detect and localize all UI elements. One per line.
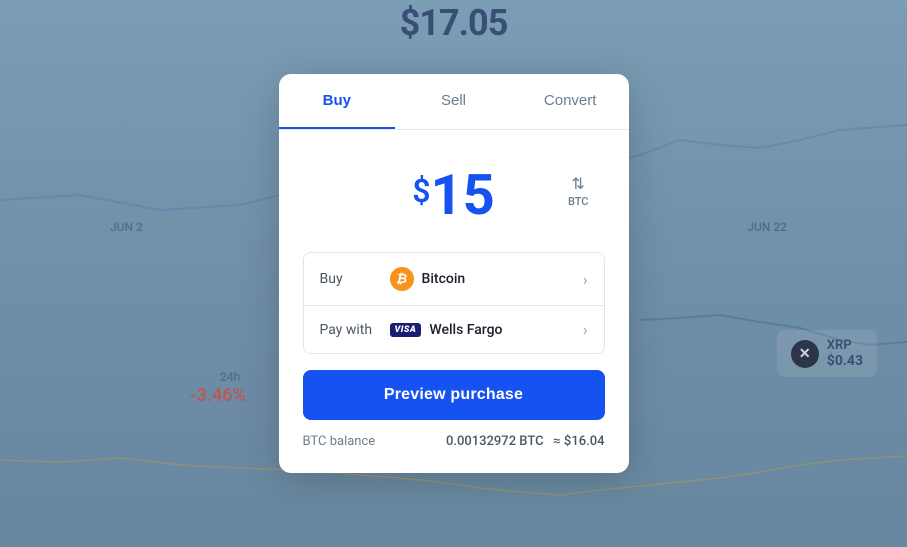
currency-toggle-button[interactable]: ⇅ BTC [568,174,589,208]
chevron-right-icon: › [583,270,588,289]
trade-modal: Buy Sell Convert $ 15 ⇅ BTC Buy ₿ Bitcoi… [279,74,629,473]
pay-with-row[interactable]: Pay with VISA Wells Fargo › [304,306,604,353]
tab-convert[interactable]: Convert [512,74,629,129]
payment-name: Wells Fargo [429,322,502,338]
tab-bar: Buy Sell Convert [279,74,629,130]
amount-area: $ 15 ⇅ BTC [279,130,629,252]
dollar-sign: $ [412,172,430,210]
btc-balance-amount: 0.00132972 BTC [446,434,544,449]
asset-name: Bitcoin [422,271,466,287]
options-area: Buy ₿ Bitcoin › Pay with VISA Wells Farg… [303,252,605,354]
toggle-arrows-icon: ⇅ [572,174,585,193]
pay-with-label: Pay with [320,322,390,338]
amount-display[interactable]: $ 15 [412,162,495,228]
asset-value: ₿ Bitcoin [390,267,583,291]
amount-value: 15 [431,162,495,228]
currency-code-label: BTC [568,195,589,208]
chevron-right-icon-2: › [583,320,588,339]
btc-balance-label: BTC balance [303,434,376,449]
preview-purchase-button[interactable]: Preview purchase [303,370,605,420]
btc-balance-value: 0.00132972 BTC ≈ $16.04 [446,434,605,449]
tab-buy[interactable]: Buy [279,74,396,129]
buy-asset-row[interactable]: Buy ₿ Bitcoin › [304,253,604,306]
visa-badge: VISA [390,323,422,337]
payment-value: VISA Wells Fargo [390,322,583,338]
modal-overlay: Buy Sell Convert $ 15 ⇅ BTC Buy ₿ Bitcoi… [0,0,907,547]
btc-balance-row: BTC balance 0.00132972 BTC ≈ $16.04 [279,420,629,449]
btc-balance-approx: ≈ $16.04 [553,434,604,449]
buy-label: Buy [320,271,390,287]
bitcoin-icon: ₿ [390,267,414,291]
tab-sell[interactable]: Sell [395,74,512,129]
